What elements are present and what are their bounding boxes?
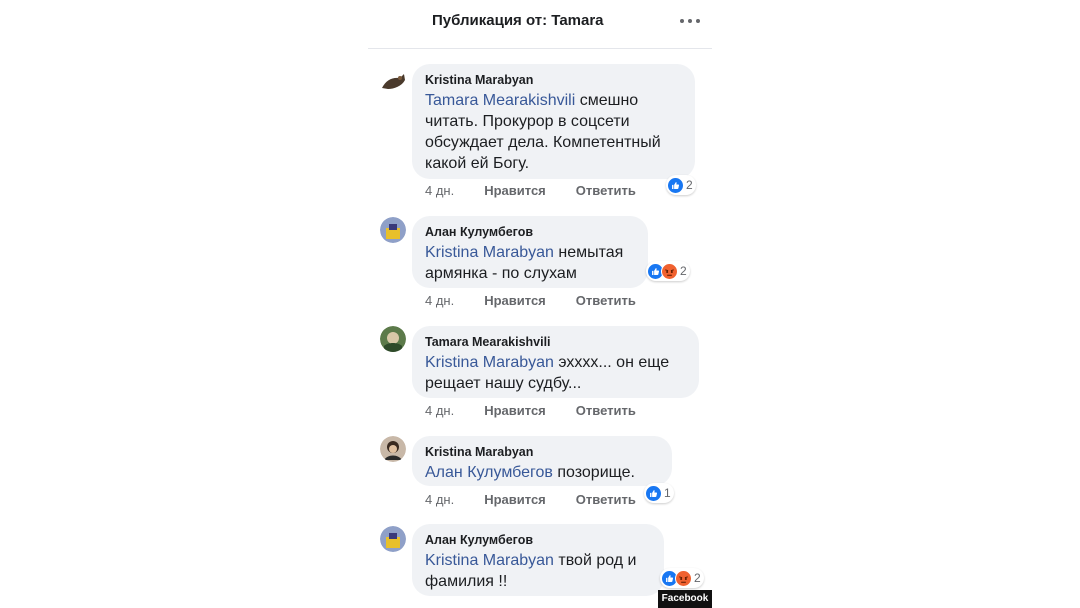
- avatar[interactable]: [380, 326, 406, 352]
- comment-text: Алан Кулумбегов позорище.: [425, 464, 635, 481]
- page-title: Публикация от: Tamara: [432, 12, 604, 29]
- comment-bubble: Kristina Marabyan Алан Кулумбегов позори…: [412, 436, 672, 486]
- mention-link[interactable]: Kristina Marabyan: [425, 552, 554, 569]
- comment-bubble: Алан Кулумбегов Kristina Marabyan немыта…: [412, 216, 648, 288]
- avatar[interactable]: [380, 436, 406, 462]
- angry-reaction-icon: [675, 569, 692, 587]
- reaction-summary[interactable]: 2: [646, 261, 690, 281]
- avatar[interactable]: [380, 217, 406, 243]
- comment-author[interactable]: Kristina Marabyan: [425, 73, 682, 87]
- like-button[interactable]: Нравится: [484, 183, 546, 198]
- post-comments-screen: Публикация от: Tamara Kristina Marabyan …: [368, 0, 712, 608]
- like-button[interactable]: Нравится: [484, 492, 546, 507]
- comment-time: 4 дн.: [425, 183, 455, 198]
- avatar[interactable]: [380, 526, 406, 552]
- comment-meta: 4 дн. Нравится Ответить: [425, 403, 666, 418]
- comment-time: 4 дн.: [425, 492, 455, 507]
- reply-button[interactable]: Ответить: [576, 183, 636, 198]
- comment-text: Kristina Marabyan твой род и фамилия !!: [425, 552, 637, 590]
- comment-author[interactable]: Kristina Marabyan: [425, 445, 659, 459]
- reply-button[interactable]: Ответить: [576, 403, 636, 418]
- reply-button[interactable]: Ответить: [576, 492, 636, 507]
- reaction-summary[interactable]: 2: [660, 568, 704, 588]
- angry-reaction-icon: [661, 262, 678, 280]
- avatar[interactable]: [380, 68, 406, 94]
- comment-text: Tamara Mearakishvili смешно читать. Прок…: [425, 92, 661, 172]
- reaction-summary[interactable]: 2: [666, 175, 696, 195]
- comment-text: Kristina Marabyan немытая армянка - по с…: [425, 244, 624, 282]
- more-horizontal-icon[interactable]: [678, 14, 702, 28]
- comment-meta: 4 дн. Нравится Ответить: [425, 293, 666, 308]
- mention-link[interactable]: Tamara Mearakishvili: [425, 92, 575, 109]
- like-button[interactable]: Нравится: [484, 293, 546, 308]
- reaction-count: 2: [686, 178, 693, 192]
- reaction-count: 2: [694, 571, 701, 585]
- comment-author[interactable]: Алан Кулумбегов: [425, 533, 651, 547]
- comment-meta: 4 дн. Нравится Ответить: [425, 183, 666, 198]
- comment-bubble: Алан Кулумбегов Kristina Marabyan твой р…: [412, 524, 664, 596]
- comment-author[interactable]: Tamara Mearakishvili: [425, 335, 686, 349]
- watermark-badge: Facebook: [658, 590, 712, 608]
- comment-meta: 4 дн. Нравится Ответить: [425, 492, 666, 507]
- like-button[interactable]: Нравится: [484, 403, 546, 418]
- like-reaction-icon: [667, 176, 684, 194]
- reply-button[interactable]: Ответить: [576, 293, 636, 308]
- comment-time: 4 дн.: [425, 403, 455, 418]
- comment-text: Kristina Marabyan эхххх... он еще рещает…: [425, 354, 670, 392]
- comment-bubble: Kristina Marabyan Tamara Mearakishvili с…: [412, 64, 695, 179]
- reaction-count: 2: [680, 264, 687, 278]
- comment-time: 4 дн.: [425, 293, 455, 308]
- mention-link[interactable]: Kristina Marabyan: [425, 244, 554, 261]
- mention-link[interactable]: Алан Кулумбегов: [425, 464, 553, 481]
- post-header: Публикация от: Tamara: [368, 0, 712, 49]
- comment-bubble: Tamara Mearakishvili Kristina Marabyan э…: [412, 326, 699, 398]
- comment-author[interactable]: Алан Кулумбегов: [425, 225, 635, 239]
- mention-link[interactable]: Kristina Marabyan: [425, 354, 554, 371]
